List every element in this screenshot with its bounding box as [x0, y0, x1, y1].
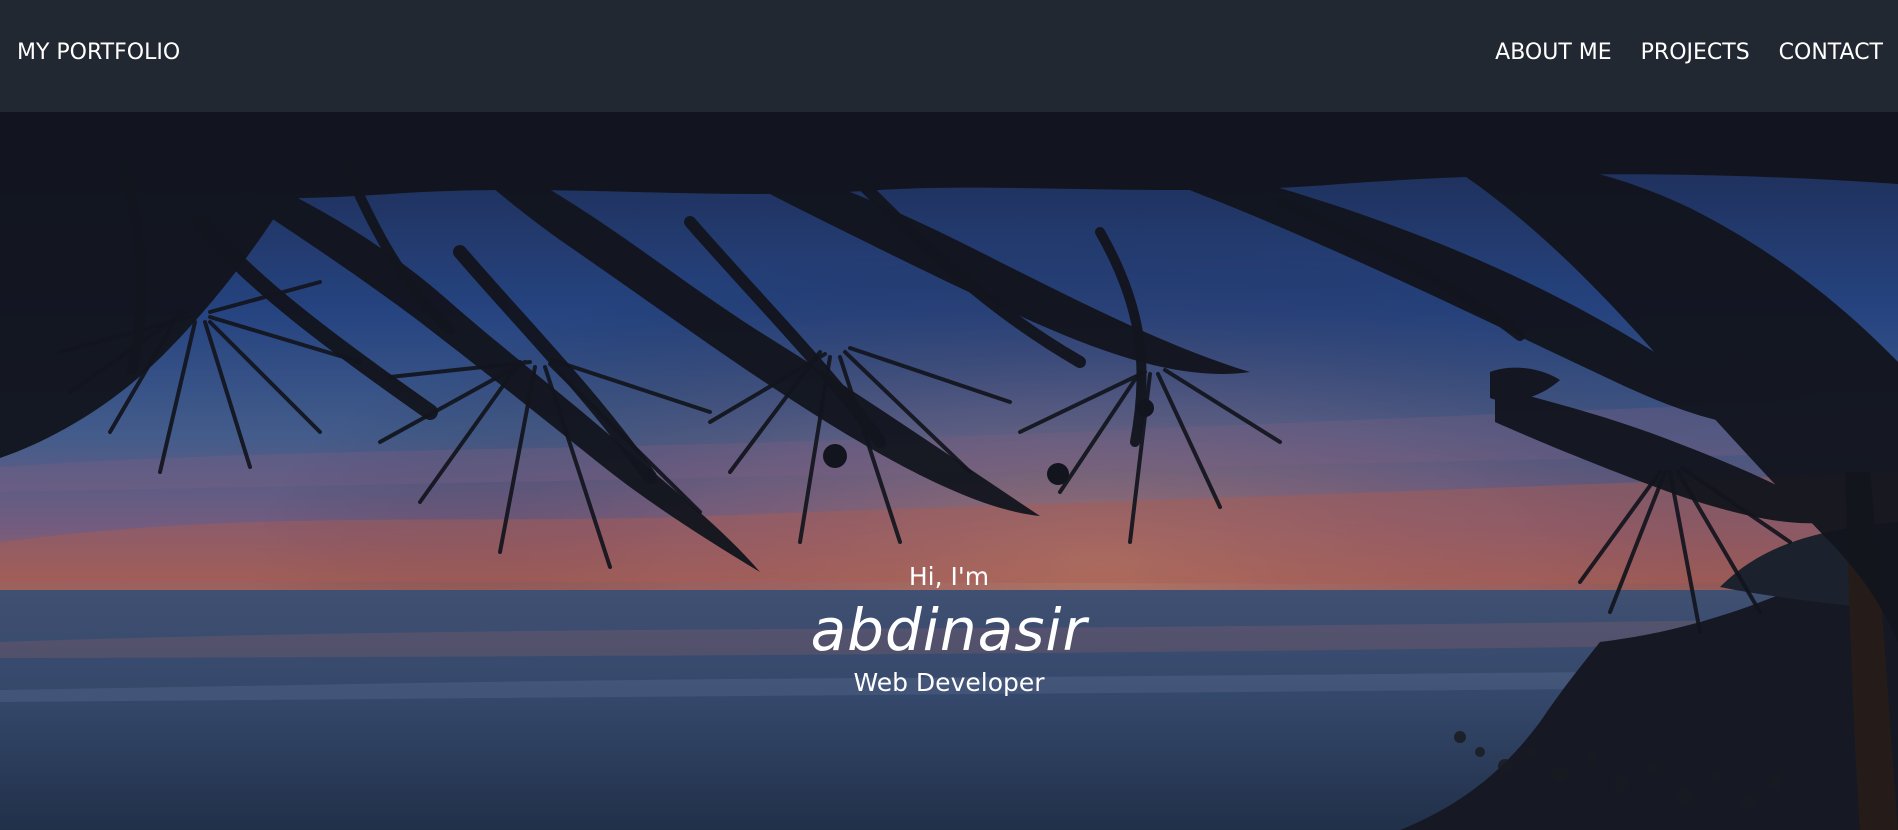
top-navbar: MY PORTFOLIO ABOUT ME PROJECTS CONTACT — [0, 0, 1898, 112]
hero-text-block: Hi, I'm abdinasir Web Developer — [0, 562, 1898, 698]
hero-overlay — [0, 112, 1898, 830]
nav-link-projects[interactable]: PROJECTS — [1641, 40, 1750, 65]
hero-greeting: Hi, I'm — [908, 562, 990, 591]
nav-link-about-me[interactable]: ABOUT ME — [1495, 40, 1612, 65]
hero-role: Web Developer — [853, 668, 1045, 697]
nav-link-contact[interactable]: CONTACT — [1779, 40, 1883, 65]
brand-link[interactable]: MY PORTFOLIO — [17, 40, 180, 65]
hero-section: Hi, I'm abdinasir Web Developer — [0, 112, 1898, 830]
hero-name: abdinasir — [810, 596, 1088, 664]
nav-menu: ABOUT ME PROJECTS CONTACT — [1495, 40, 1883, 65]
